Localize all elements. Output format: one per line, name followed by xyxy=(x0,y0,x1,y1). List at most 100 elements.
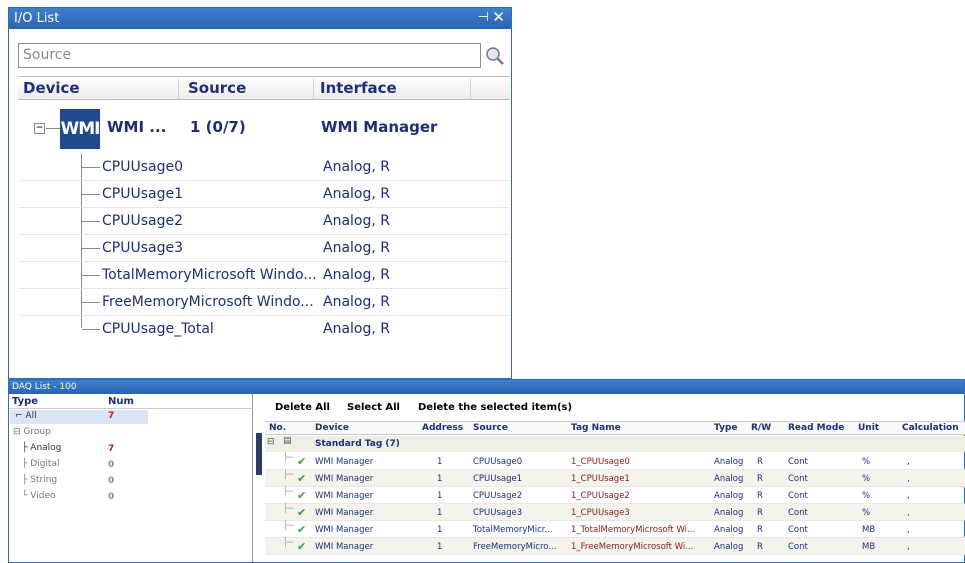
type-header: Type xyxy=(12,396,39,407)
num-header: Num xyxy=(108,396,134,407)
col-source[interactable]: Source xyxy=(188,79,246,99)
check-icon: ✔ xyxy=(297,523,307,536)
tree-line: ├─ xyxy=(283,470,294,480)
cell-tag: 1_TotalMemoryMicrosoft Wi... xyxy=(571,525,696,535)
io-row[interactable]: CPUUsage_Total Analog, R xyxy=(18,316,510,343)
io-row[interactable]: CPUUsage2 Analog, R xyxy=(18,208,510,235)
tag-row[interactable]: ├─ ✔ WMI Manager 1 CPUUsage3 1_CPUUsage3 Analo… xyxy=(265,504,965,521)
type-item-group[interactable]: ⊟ Group xyxy=(13,427,51,441)
wmi-device-icon: WMI xyxy=(60,109,101,149)
device-source-count: 1 (0/7) xyxy=(190,118,246,136)
tree-line: ├─ xyxy=(283,538,294,548)
io-list-panel: I/O List ⊣ ✕ Source Device Source Interf… xyxy=(8,7,512,379)
cell-address: 1 xyxy=(437,491,443,501)
type-item-digital[interactable]: ├ Digital xyxy=(22,459,59,473)
col-device[interactable]: Device xyxy=(23,79,80,99)
device-row-wmi[interactable]: − WMI WMI ... 1 (0/7) WMI Manager xyxy=(18,107,510,153)
cell-device: WMI Manager xyxy=(315,457,374,467)
io-row[interactable]: CPUUsage3 Analog, R xyxy=(18,235,510,262)
cell-mode: Cont xyxy=(788,474,808,484)
cell-rw: R xyxy=(757,508,763,518)
cell-source: FreeMemoryMicro... xyxy=(473,542,557,552)
cell-source: CPUUsage2 xyxy=(473,491,523,501)
io-row[interactable]: CPUUsage1 Analog, R xyxy=(18,181,510,208)
io-list-titlebar: I/O List ⊣ ✕ xyxy=(9,8,511,29)
collapse-icon[interactable]: ⊟ xyxy=(267,437,275,447)
cell-calc: , xyxy=(907,508,910,518)
cell-mode: Cont xyxy=(788,525,808,535)
cell-rw: R xyxy=(757,525,763,535)
type-item-all[interactable]: ⌐ All 7 xyxy=(10,410,148,424)
cell-tag: 1_CPUUsage2 xyxy=(571,491,630,501)
cell-device: WMI Manager xyxy=(315,525,374,535)
tree-line: ├─ xyxy=(283,504,294,514)
cell-type: Analog xyxy=(714,474,744,484)
daq-list-title: DAQ List - 100 xyxy=(9,380,964,394)
cell-calc: , xyxy=(907,525,910,535)
cell-address: 1 xyxy=(437,542,443,552)
tag-row[interactable]: ├─ ✔ WMI Manager 1 CPUUsage0 1_CPUUsage0 Analo… xyxy=(265,453,965,470)
cell-device: WMI Manager xyxy=(315,474,374,484)
tree-line: ├─ xyxy=(283,453,294,463)
cell-calc: , xyxy=(907,491,910,501)
cell-type: Analog xyxy=(714,508,744,518)
cell-unit: MB xyxy=(862,542,876,552)
cell-calc: , xyxy=(907,457,910,467)
collapse-icon[interactable]: − xyxy=(34,123,45,134)
pane-splitter[interactable] xyxy=(256,433,262,475)
tag-table-header: No. Device Address Source Tag Name Type … xyxy=(265,421,965,435)
cell-source: TotalMemoryMicr... xyxy=(473,525,553,535)
delete-all-button[interactable]: Delete All xyxy=(275,402,330,413)
tag-row[interactable]: ├─ ✔ WMI Manager 1 CPUUsage2 1_CPUUsage2 Analo… xyxy=(265,487,965,504)
cell-type: Analog xyxy=(714,457,744,467)
pin-icon[interactable]: ⊣ xyxy=(478,10,489,25)
cell-calc: , xyxy=(907,474,910,484)
folder-icon: ▤ xyxy=(283,436,292,446)
type-item-video[interactable]: └ Video xyxy=(22,491,56,505)
tag-row[interactable]: ├─ ✔ WMI Manager 1 TotalMemoryMicr... 1_Total… xyxy=(265,521,965,538)
tag-row[interactable]: ├─ ✔ WMI Manager 1 CPUUsage1 1_CPUUsage1 Analo… xyxy=(265,470,965,487)
cell-mode: Cont xyxy=(788,508,808,518)
cell-device: WMI Manager xyxy=(315,542,374,552)
search-icon[interactable] xyxy=(483,43,507,68)
io-row[interactable]: TotalMemoryMicrosoft Windo... Analog, R xyxy=(18,262,510,289)
cell-unit: % xyxy=(862,474,871,484)
cell-unit: % xyxy=(862,457,871,467)
io-row[interactable]: CPUUsage0 Analog, R xyxy=(18,154,510,181)
io-row[interactable]: FreeMemoryMicrosoft Windo... Analog, R xyxy=(18,289,510,316)
group-row-standard-tag[interactable]: ⊟ ▤ Standard Tag (7) xyxy=(265,436,965,452)
tree-line: ├─ xyxy=(283,521,294,531)
cell-mode: Cont xyxy=(788,542,808,552)
cell-address: 1 xyxy=(437,525,443,535)
type-tree: Type Num ⌐ All 7 ⊟ Group ├ Analog 7 ├ Di… xyxy=(9,394,253,562)
cell-unit: MB xyxy=(862,525,876,535)
select-all-button[interactable]: Select All xyxy=(347,402,400,413)
cell-rw: R xyxy=(757,491,763,501)
col-interface[interactable]: Interface xyxy=(320,79,397,99)
cell-device: WMI Manager xyxy=(315,508,374,518)
cell-source: CPUUsage1 xyxy=(473,474,523,484)
close-icon[interactable]: ✕ xyxy=(492,8,505,26)
cell-type: Analog xyxy=(714,491,744,501)
device-name: WMI ... xyxy=(107,118,167,136)
io-list-column-header: Device Source Interface xyxy=(18,76,510,100)
cell-mode: Cont xyxy=(788,457,808,467)
tag-row[interactable]: ├─ ✔ WMI Manager 1 FreeMemoryMicro... 1_FreeM… xyxy=(265,538,965,555)
cell-rw: R xyxy=(757,542,763,552)
cell-tag: 1_CPUUsage1 xyxy=(571,474,630,484)
daq-list-panel: DAQ List - 100 Type Num ⌐ All 7 ⊟ Group … xyxy=(8,379,965,563)
type-item-analog[interactable]: ├ Analog xyxy=(22,443,61,457)
delete-selected-button[interactable]: Delete the selected item(s) xyxy=(418,402,572,413)
cell-type: Analog xyxy=(714,542,744,552)
check-icon: ✔ xyxy=(297,540,307,553)
cell-rw: R xyxy=(757,457,763,467)
cell-tag: 1_CPUUsage0 xyxy=(571,457,630,467)
tag-table-pane: Delete All Select All Delete the selecte… xyxy=(265,394,965,562)
cell-device: WMI Manager xyxy=(315,491,374,501)
io-list-title: I/O List xyxy=(14,11,60,26)
cell-tag: 1_FreeMemoryMicrosoft Wi... xyxy=(571,542,694,552)
type-item-string[interactable]: ├ String xyxy=(22,475,57,489)
cell-unit: % xyxy=(862,491,871,501)
source-search-input[interactable]: Source xyxy=(18,43,481,68)
cell-unit: % xyxy=(862,508,871,518)
